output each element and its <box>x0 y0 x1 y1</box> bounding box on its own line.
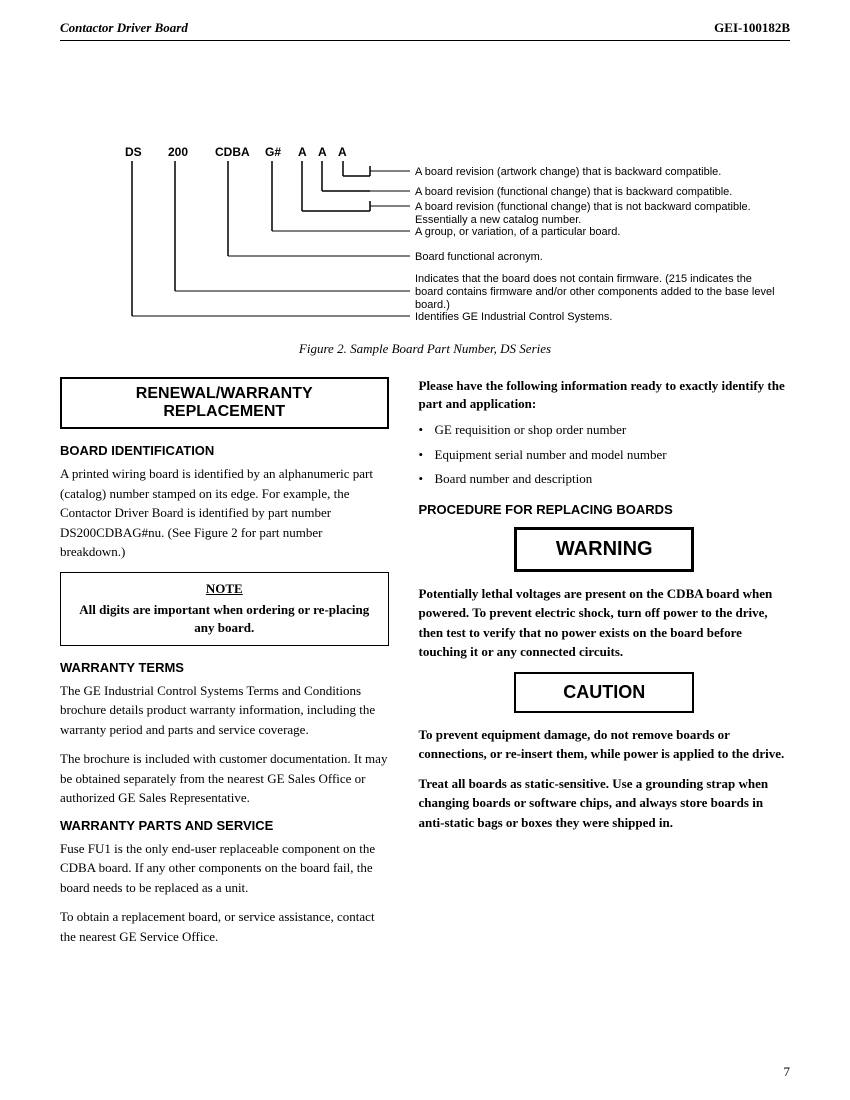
note-text: All digits are important when ordering o… <box>73 601 376 637</box>
diagram-wrapper: DS 200 CDBA G# A A A <box>60 61 790 331</box>
warning-text: Potentially lethal voltages are present … <box>419 584 791 662</box>
caution-para1: To prevent equipment damage, do not remo… <box>419 725 791 764</box>
list-item: Equipment serial number and model number <box>419 446 791 464</box>
warranty-parts-para1: Fuse FU1 is the only end-user replaceabl… <box>60 839 389 898</box>
warning-box: WARNING <box>514 527 694 572</box>
svg-text:Indicates that the board does: Indicates that the board does not contai… <box>415 273 752 285</box>
warranty-parts-para2: To obtain a replacement board, or servic… <box>60 907 389 946</box>
two-column-layout: RENEWAL/WARRANTY REPLACEMENT BOARD IDENT… <box>60 377 790 956</box>
svg-text:A group, or variation, of a pa: A group, or variation, of a particular b… <box>415 226 620 238</box>
list-item: GE requisition or shop order number <box>419 421 791 439</box>
part-number-diagram: DS 200 CDBA G# A A A <box>60 61 790 331</box>
warning-label: WARNING <box>537 538 671 561</box>
caution-para2: Treat all boards as static-sensitive. Us… <box>419 774 791 833</box>
list-item: Board number and description <box>419 470 791 488</box>
board-id-text: A printed wiring board is identified by … <box>60 464 389 562</box>
svg-text:Identifies GE Industrial Contr: Identifies GE Industrial Control Systems… <box>415 311 612 323</box>
warranty-terms-title: WARRANTY TERMS <box>60 660 389 675</box>
left-column: RENEWAL/WARRANTY REPLACEMENT BOARD IDENT… <box>60 377 389 956</box>
right-intro: Please have the following information re… <box>419 377 791 413</box>
note-box: NOTE All digits are important when order… <box>60 572 389 646</box>
figure-caption: Figure 2. Sample Board Part Number, DS S… <box>60 341 790 357</box>
svg-text:A board revision (functional c: A board revision (functional change) tha… <box>415 186 732 198</box>
bullet-list: GE requisition or shop order number Equi… <box>419 421 791 488</box>
cdba-label: CDBA <box>215 145 250 159</box>
page-number: 7 <box>784 1064 791 1080</box>
page-header: Contactor Driver Board GEI-100182B <box>60 20 790 41</box>
svg-text:board.): board.) <box>415 299 450 311</box>
svg-text:board contains firmware and/or: board contains firmware and/or other com… <box>415 286 775 298</box>
svg-text:Essentially a new catalog numb: Essentially a new catalog number. <box>415 214 581 226</box>
a2-label: A <box>318 145 327 159</box>
svg-text:A board revision (functional c: A board revision (functional change) tha… <box>415 201 751 213</box>
ds-label: DS <box>125 145 142 159</box>
right-column: Please have the following information re… <box>419 377 791 956</box>
a3-label: A <box>338 145 347 159</box>
num200-label: 200 <box>168 145 188 159</box>
header-left: Contactor Driver Board <box>60 20 188 36</box>
section-title: RENEWAL/WARRANTY REPLACEMENT <box>60 377 389 429</box>
procedure-title: PROCEDURE FOR REPLACING BOARDS <box>419 502 791 517</box>
page: Contactor Driver Board GEI-100182B DS 20… <box>0 0 850 1100</box>
caution-label: CAUTION <box>536 682 672 703</box>
caution-box: CAUTION <box>514 672 694 713</box>
a1-label: A <box>298 145 307 159</box>
warranty-terms-para2: The brochure is included with customer d… <box>60 749 389 808</box>
header-right: GEI-100182B <box>714 20 790 36</box>
warranty-parts-title: WARRANTY PARTS AND SERVICE <box>60 818 389 833</box>
note-title: NOTE <box>73 581 376 597</box>
svg-text:A board revision (artwork chan: A board revision (artwork change) that i… <box>415 166 721 178</box>
svg-text:Board functional acronym.: Board functional acronym. <box>415 251 543 263</box>
diagram-section: DS 200 CDBA G# A A A <box>60 61 790 357</box>
board-id-title: BOARD IDENTIFICATION <box>60 443 389 458</box>
ghash-label: G# <box>265 145 281 159</box>
warranty-terms-para1: The GE Industrial Control Systems Terms … <box>60 681 389 740</box>
